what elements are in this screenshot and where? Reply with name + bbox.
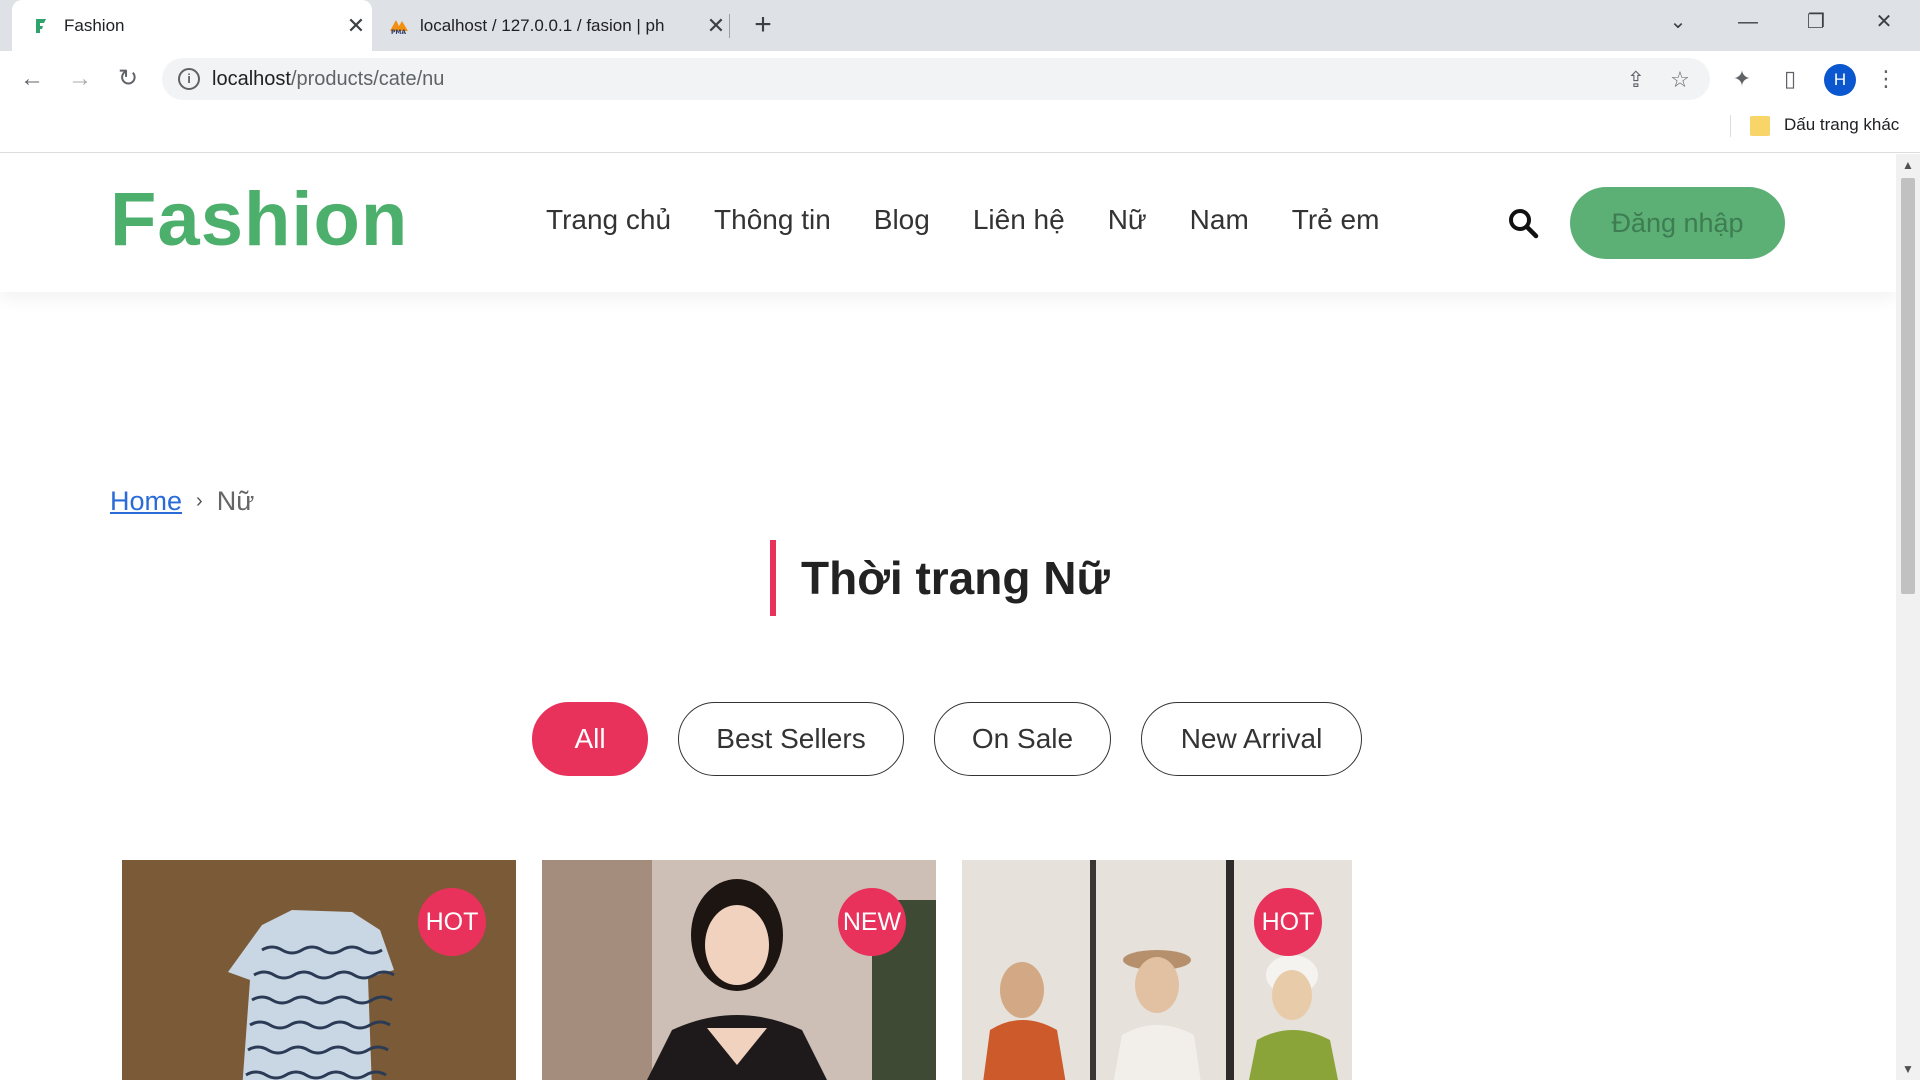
svg-text:PMA: PMA — [391, 29, 406, 35]
address-url[interactable]: localhost/products/cate/nu — [212, 68, 444, 91]
site-logo[interactable]: Fashion — [110, 176, 408, 263]
product-card[interactable]: NEW — [542, 860, 936, 1080]
close-tab-icon[interactable]: ✕ — [340, 13, 372, 39]
scroll-down-arrow-icon[interactable]: ▼ — [1896, 1062, 1920, 1076]
section-title: Thời trang Nữ — [770, 540, 1110, 616]
search-icon[interactable] — [1506, 206, 1540, 240]
filter-all-button[interactable]: All — [532, 702, 648, 776]
forward-arrow-icon[interactable]: → — [62, 61, 98, 97]
browser-tab-fashion[interactable]: Fashion ✕ — [12, 0, 372, 51]
browser-tabstrip: Fashion ✕ PMA localhost / 127.0.0.1 / fa… — [0, 0, 1920, 51]
fashion-favicon-icon — [32, 17, 50, 35]
back-arrow-icon[interactable]: ← — [14, 61, 50, 97]
nav-item-blog[interactable]: Blog — [874, 204, 930, 236]
browser-menu-icon[interactable]: ⋮ — [1870, 63, 1902, 95]
tab-search-icon[interactable]: ⌄ — [1650, 0, 1706, 44]
scroll-up-arrow-icon[interactable]: ▲ — [1896, 158, 1920, 172]
scrollbar-thumb[interactable] — [1901, 178, 1915, 594]
tab-title: Fashion — [64, 15, 125, 35]
browser-tab-phpmyadmin[interactable]: PMA localhost / 127.0.0.1 / fasion | ph … — [372, 0, 732, 51]
page-viewport: Fashion Trang chủ Thông tin Blog Liên hệ… — [0, 154, 1920, 1080]
breadcrumb-current: Nữ — [216, 486, 255, 516]
new-tab-button[interactable]: + — [745, 8, 781, 44]
browser-toolbar: ← → ↻ i localhost/products/cate/nu ⇪ ☆ ✦… — [0, 51, 1920, 105]
product-badge: HOT — [1254, 888, 1322, 956]
profile-avatar[interactable]: H — [1824, 64, 1856, 96]
reload-icon[interactable]: ↻ — [110, 61, 146, 97]
nav-item-home[interactable]: Trang chủ — [546, 204, 671, 236]
product-badge: HOT — [418, 888, 486, 956]
nav-item-men[interactable]: Nam — [1190, 204, 1249, 236]
close-tab-icon[interactable]: ✕ — [700, 13, 732, 39]
breadcrumb-home-link[interactable]: Home — [110, 486, 182, 517]
filter-new-arrival-button[interactable]: New Arrival — [1141, 702, 1362, 776]
product-card[interactable]: HOT — [962, 860, 1352, 1080]
minimize-window-button[interactable]: — — [1720, 0, 1776, 44]
filter-best-sellers-button[interactable]: Best Sellers — [678, 702, 904, 776]
main-nav: Trang chủ Thông tin Blog Liên hệ Nữ Nam … — [546, 204, 1422, 236]
filter-on-sale-button[interactable]: On Sale — [934, 702, 1111, 776]
nav-item-kids[interactable]: Trẻ em — [1292, 204, 1380, 236]
site-info-icon[interactable]: i — [178, 68, 200, 90]
bookmarks-separator — [1730, 115, 1731, 137]
product-card[interactable]: HOT — [122, 860, 516, 1080]
tab-title: localhost / 127.0.0.1 / fasion | ph — [420, 15, 665, 35]
share-icon[interactable]: ⇪ — [1622, 66, 1650, 94]
close-window-button[interactable]: ✕ — [1856, 0, 1912, 44]
side-panel-icon[interactable]: ▯ — [1774, 63, 1806, 95]
breadcrumb: Home › Nữ — [110, 486, 254, 517]
nav-item-contact[interactable]: Liên hệ — [973, 204, 1065, 236]
folder-icon[interactable] — [1750, 116, 1770, 136]
breadcrumb-separator-icon: › — [196, 490, 203, 512]
nav-item-women[interactable]: Nữ — [1108, 204, 1147, 236]
bookmark-star-icon[interactable]: ☆ — [1666, 66, 1694, 94]
product-filters: All Best Sellers On Sale New Arrival — [532, 702, 1392, 776]
extensions-puzzle-icon[interactable]: ✦ — [1726, 63, 1758, 95]
restore-window-button[interactable]: ❐ — [1788, 0, 1844, 44]
phpmyadmin-favicon-icon: PMA — [388, 17, 408, 36]
page-scrollbar[interactable]: ▲ ▼ — [1896, 154, 1920, 1080]
other-bookmarks-label[interactable]: Dấu trang khác — [1784, 115, 1899, 135]
bookmarks-bar: Dấu trang khác — [0, 105, 1920, 153]
address-bar[interactable]: i localhost/products/cate/nu ⇪ ☆ — [162, 58, 1710, 100]
site-header: Fashion Trang chủ Thông tin Blog Liên hệ… — [0, 154, 1896, 292]
tab-separator — [729, 14, 730, 38]
login-button[interactable]: Đăng nhập — [1570, 187, 1785, 259]
nav-item-info[interactable]: Thông tin — [714, 204, 831, 236]
product-badge: NEW — [838, 888, 906, 956]
